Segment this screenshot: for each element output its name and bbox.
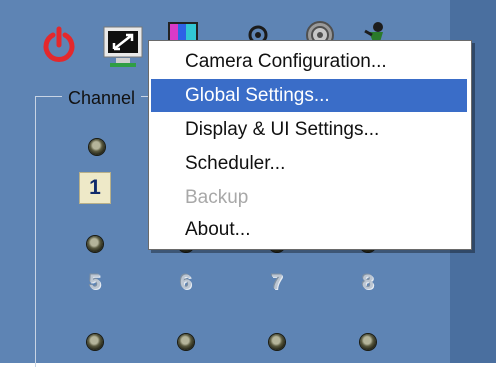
menu-item-global-settings[interactable]: Global Settings... bbox=[151, 79, 467, 112]
monitor-icon[interactable] bbox=[100, 24, 146, 70]
channel-led[interactable] bbox=[269, 334, 285, 350]
settings-menu: Camera Configuration... Global Settings.… bbox=[148, 40, 472, 250]
channel-group-title: Channel bbox=[62, 88, 142, 109]
channel-number[interactable]: 5 bbox=[83, 271, 107, 295]
menu-item-scheduler[interactable]: Scheduler... bbox=[151, 147, 467, 180]
channel-led[interactable] bbox=[87, 334, 103, 350]
channel-led[interactable] bbox=[360, 334, 376, 350]
power-icon[interactable] bbox=[40, 26, 78, 64]
channel-number[interactable]: 8 bbox=[356, 271, 380, 295]
channel-led[interactable] bbox=[87, 236, 103, 252]
menu-item-display-ui-settings[interactable]: Display & UI Settings... bbox=[151, 113, 467, 146]
channel-number[interactable]: 7 bbox=[265, 271, 289, 295]
channel-led[interactable] bbox=[89, 139, 105, 155]
channel-number[interactable]: 6 bbox=[174, 271, 198, 295]
menu-item-camera-configuration[interactable]: Camera Configuration... bbox=[151, 45, 467, 78]
channel-number-selected[interactable]: 1 bbox=[79, 172, 111, 204]
app-window: Channel 1 5 6 7 8 Camera Configuration..… bbox=[0, 0, 496, 367]
channel-led[interactable] bbox=[178, 334, 194, 350]
menu-item-backup: Backup bbox=[185, 187, 249, 208]
menu-item-about[interactable]: About... bbox=[151, 213, 467, 246]
